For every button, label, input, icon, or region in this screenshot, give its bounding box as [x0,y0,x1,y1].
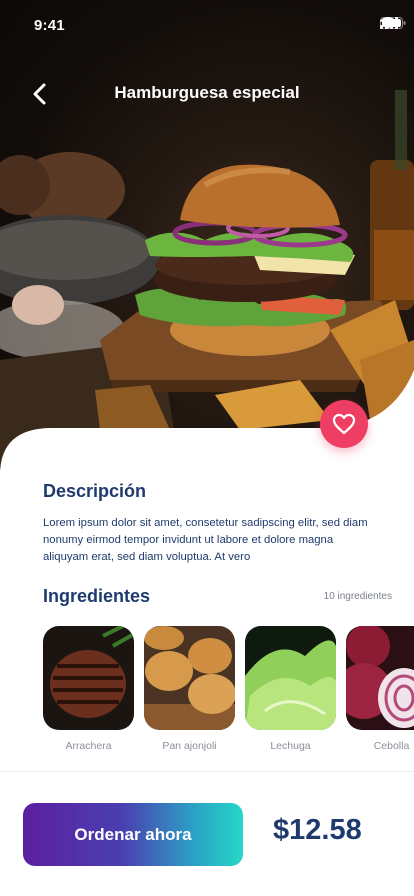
ingredients-heading: Ingredientes [43,586,151,606]
ingredient-card[interactable]: Lechuga [245,626,336,752]
product-detail-screen: 9:41 Hamburguesa especial Descripción Lo… [0,0,414,896]
ingredient-label: Arrachera [65,740,112,752]
order-now-button[interactable]: Ordenar ahora [23,803,243,866]
ingredient-label: Lechuga [270,740,311,752]
page-title: Hamburguesa especial [114,83,300,102]
ingredients-count: 10 ingredientes [323,591,392,602]
ingredient-image-lechuga [245,626,336,730]
footer-divider [0,771,414,772]
ingredient-label: Cebolla [373,740,410,752]
heart-icon [332,413,356,435]
ingredient-image-arrachera [43,626,134,730]
ingredient-card[interactable]: Cebolla [346,626,414,752]
ingredient-image-pan-ajonjoli [144,626,235,730]
status-time: 9:41 [34,17,65,34]
favorite-button[interactable] [320,400,368,448]
ingredients-carousel[interactable]: Arrachera Pan ajonjoli Lechuga Cebolla [43,626,414,756]
status-bar: 9:41 [0,0,414,50]
ingredient-label: Pan ajonjoli [162,740,217,752]
battery-icon [380,17,406,29]
ingredient-card[interactable]: Arrachera [43,626,134,752]
description-heading: Descripción [43,481,147,501]
ingredient-image-cebolla [346,626,414,730]
ingredient-card[interactable]: Pan ajonjoli [144,626,235,752]
description-text: Lorem ipsum dolor sit amet, consetetur s… [43,517,368,563]
price-label: $12.58 [273,814,362,846]
